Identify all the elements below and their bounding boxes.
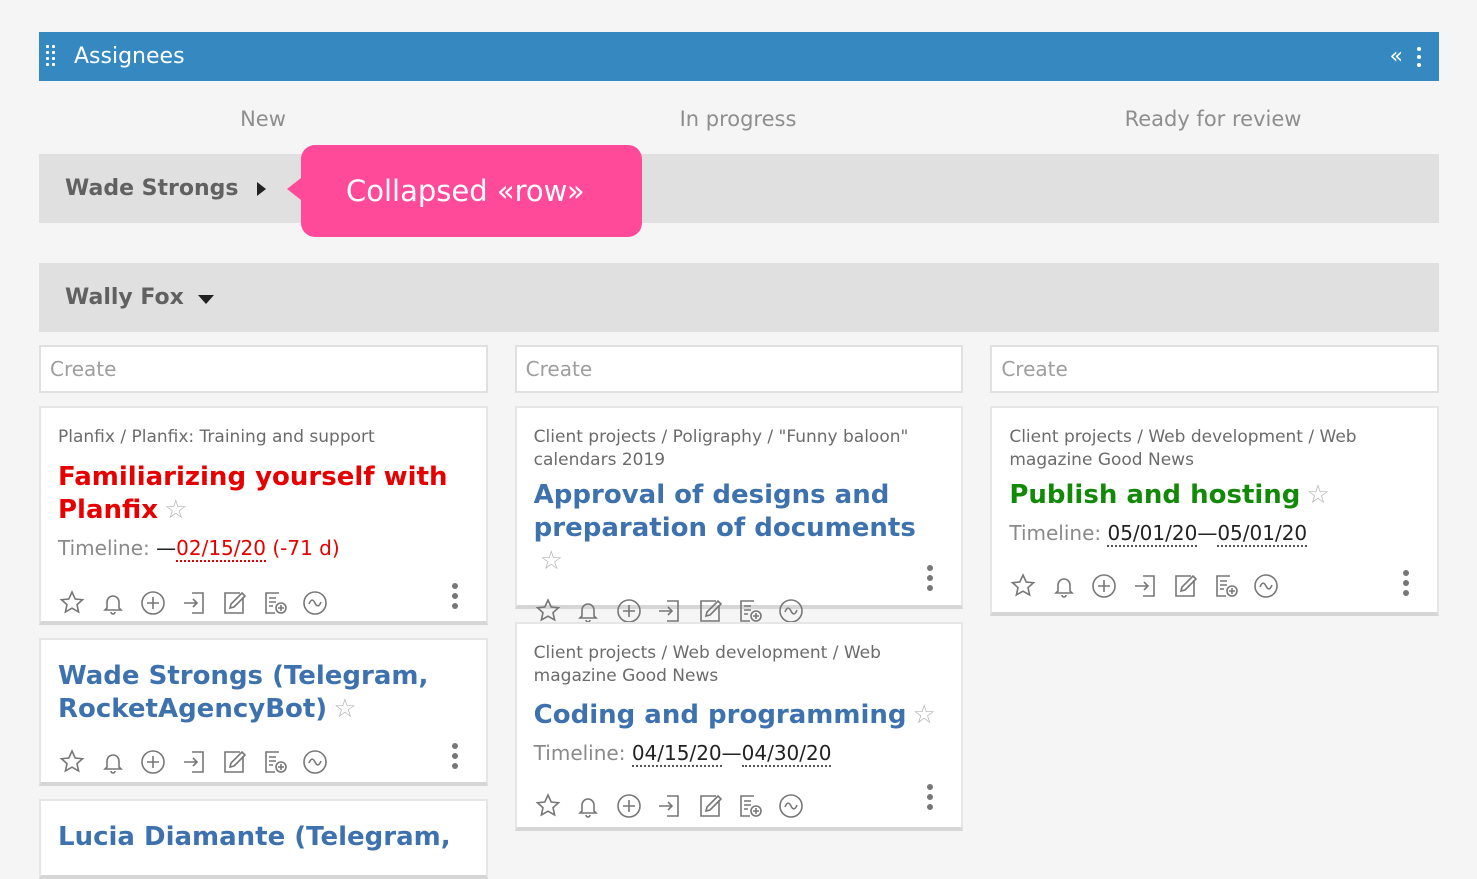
- task-timeline: Timeline: 05/01/20—05/01/20: [1009, 521, 1308, 547]
- favorite-star-icon[interactable]: ☆: [540, 545, 563, 578]
- column-headers: New In progress Ready for review: [39, 81, 1439, 154]
- card-actions: [58, 745, 469, 779]
- collapse-arrow-icon[interactable]: [197, 294, 214, 304]
- star-icon[interactable]: [534, 597, 562, 625]
- plus-circle-icon[interactable]: [139, 589, 167, 617]
- bell-icon[interactable]: [1050, 572, 1078, 600]
- plus-circle-icon[interactable]: [139, 748, 167, 776]
- edit-icon[interactable]: [220, 748, 248, 776]
- add-list-icon[interactable]: [261, 748, 289, 776]
- star-icon[interactable]: [534, 792, 562, 820]
- edit-icon[interactable]: [696, 597, 724, 625]
- task-title[interactable]: Coding and programming ☆: [534, 699, 945, 732]
- group-row-expanded[interactable]: Wally Fox: [39, 263, 1439, 332]
- card-actions: [534, 789, 945, 823]
- plus-circle-icon[interactable]: [1090, 572, 1118, 600]
- task-card[interactable]: Client projects / Web development / Web …: [514, 622, 964, 831]
- task-timeline: Timeline: —02/15/20 (-71 d): [58, 536, 340, 562]
- task-title[interactable]: Familiarizing yourself with Planfix ☆: [58, 461, 469, 527]
- kanban-board: Assignees « New In progress Ready for re…: [39, 32, 1440, 879]
- plus-circle-icon[interactable]: [615, 792, 643, 820]
- more-icon[interactable]: [451, 743, 458, 771]
- header-menu-icon[interactable]: [1417, 46, 1421, 67]
- card-actions: [1009, 569, 1420, 603]
- edit-icon[interactable]: [220, 589, 248, 617]
- edit-icon[interactable]: [1171, 572, 1199, 600]
- task-path: Client projects / Poligraphy / "Funny ba…: [533, 427, 909, 470]
- add-list-icon[interactable]: [261, 589, 289, 617]
- add-list-icon[interactable]: [736, 597, 764, 625]
- bell-icon[interactable]: [574, 792, 602, 820]
- star-icon[interactable]: [1009, 572, 1037, 600]
- enter-icon[interactable]: [180, 748, 208, 776]
- overdue-badge: (-71 d): [272, 536, 340, 560]
- bell-icon[interactable]: [574, 597, 602, 625]
- collapse-icon[interactable]: «: [1390, 45, 1403, 68]
- bell-icon[interactable]: [99, 589, 127, 617]
- favorite-star-icon[interactable]: ☆: [164, 494, 187, 527]
- start-date[interactable]: 05/01/20: [1107, 521, 1198, 547]
- favorite-star-icon[interactable]: ☆: [913, 699, 936, 732]
- enter-icon[interactable]: [1131, 572, 1159, 600]
- task-timeline: Timeline: 04/15/20—04/30/20: [533, 741, 832, 767]
- create-task-input[interactable]: Create: [990, 345, 1440, 393]
- columns: Create Planfix / Planfix: Training and s…: [39, 345, 1440, 879]
- group-name: Wade Strongs: [65, 176, 239, 201]
- task-card[interactable]: Planfix / Planfix: Training and support …: [39, 406, 488, 625]
- board-header: Assignees «: [39, 32, 1439, 81]
- more-icon[interactable]: [927, 784, 934, 812]
- task-title[interactable]: Lucia Diamante (Telegram,: [58, 821, 469, 854]
- wave-icon[interactable]: [1252, 572, 1280, 600]
- enter-icon[interactable]: [655, 597, 683, 625]
- task-card[interactable]: Wade Strongs (Telegram, RocketAgencyBot)…: [39, 638, 488, 786]
- task-path: Client projects / Web development / Web …: [1009, 427, 1357, 470]
- start-date[interactable]: 04/15/20: [631, 741, 722, 767]
- enter-icon[interactable]: [655, 792, 683, 820]
- task-title[interactable]: Wade Strongs (Telegram, RocketAgencyBot)…: [58, 660, 469, 726]
- wave-icon[interactable]: [301, 748, 329, 776]
- expand-arrow-icon[interactable]: [256, 181, 266, 196]
- end-date[interactable]: 05/01/20: [1217, 521, 1308, 547]
- star-icon[interactable]: [58, 589, 86, 617]
- plus-circle-icon[interactable]: [615, 597, 643, 625]
- column-header-new: New: [240, 107, 286, 131]
- deadline-date[interactable]: 02/15/20: [176, 536, 266, 562]
- add-list-icon[interactable]: [736, 792, 764, 820]
- task-path: Client projects / Web development / Web …: [533, 643, 881, 686]
- task-title[interactable]: Approval of designs and preparation of d…: [534, 479, 945, 578]
- board-title: Assignees: [74, 44, 185, 69]
- favorite-star-icon[interactable]: ☆: [1306, 479, 1329, 512]
- task-card[interactable]: Client projects / Poligraphy / "Funny ba…: [514, 406, 964, 623]
- end-date[interactable]: 04/30/20: [741, 741, 832, 767]
- task-title[interactable]: Publish and hosting ☆: [1009, 479, 1420, 512]
- bell-icon[interactable]: [99, 748, 127, 776]
- wave-icon[interactable]: [777, 792, 805, 820]
- group-row-collapsed[interactable]: Wade Strongs Collapsed «row»: [39, 145, 1439, 237]
- task-card[interactable]: Lucia Diamante (Telegram,: [39, 799, 488, 879]
- wave-icon[interactable]: [301, 589, 329, 617]
- column-header-ready-for-review: Ready for review: [1124, 107, 1302, 131]
- column-ready-for-review: Create Client projects / Web development…: [990, 345, 1440, 616]
- tooltip: Collapsed «row»: [287, 145, 642, 237]
- star-icon[interactable]: [58, 748, 86, 776]
- column-in-progress: Create Client projects / Poligraphy / "F…: [514, 345, 964, 831]
- column-new: Create Planfix / Planfix: Training and s…: [39, 345, 488, 879]
- task-card[interactable]: Client projects / Web development / Web …: [990, 406, 1440, 616]
- create-task-input[interactable]: Create: [514, 345, 964, 393]
- more-icon[interactable]: [451, 583, 458, 611]
- column-header-in-progress: In progress: [679, 107, 797, 131]
- drag-handle-icon[interactable]: [43, 32, 71, 81]
- enter-icon[interactable]: [180, 589, 208, 617]
- more-icon[interactable]: [927, 565, 934, 593]
- wave-icon[interactable]: [777, 597, 805, 625]
- more-icon[interactable]: [1403, 570, 1410, 598]
- group-name: Wally Fox: [65, 285, 184, 310]
- create-task-input[interactable]: Create: [39, 345, 488, 393]
- edit-icon[interactable]: [696, 792, 724, 820]
- task-path: Planfix / Planfix: Training and support: [58, 427, 375, 447]
- favorite-star-icon[interactable]: ☆: [333, 693, 356, 726]
- card-actions: [58, 586, 469, 620]
- add-list-icon[interactable]: [1212, 572, 1240, 600]
